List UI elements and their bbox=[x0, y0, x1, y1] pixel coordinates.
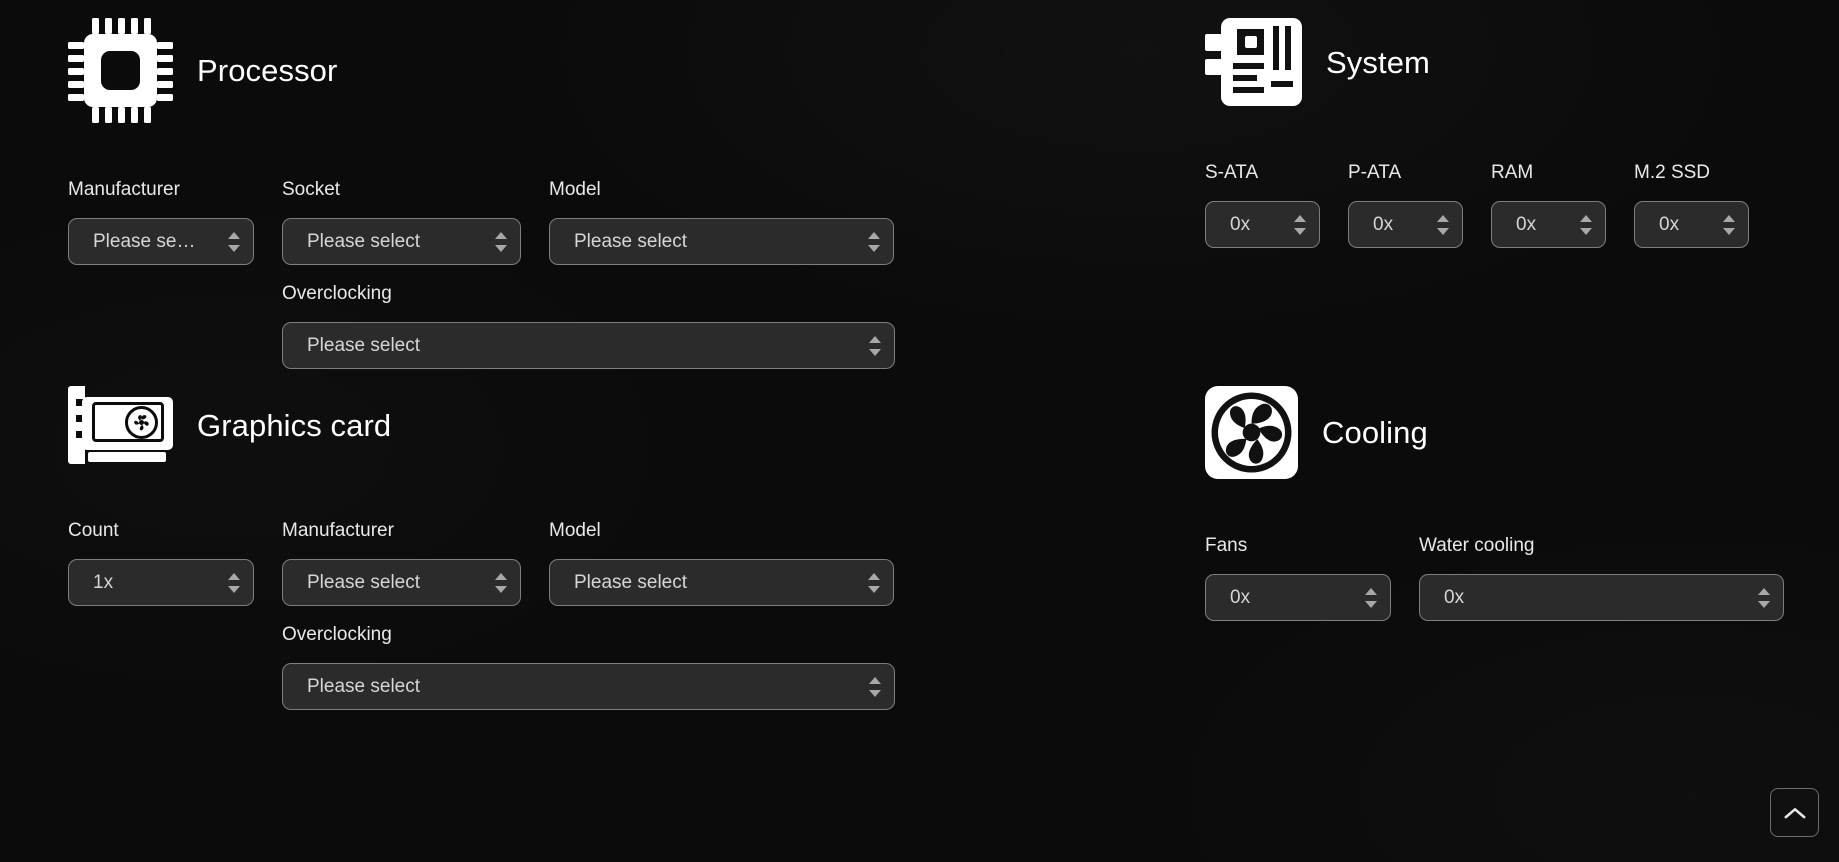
graphics-card-title: Graphics card bbox=[197, 407, 392, 443]
field-cooling-water: Water cooling 0x bbox=[1419, 536, 1784, 621]
field-system-ram: RAM 0x bbox=[1491, 163, 1606, 248]
processor-header: Processor bbox=[68, 18, 895, 123]
spinner-icon bbox=[1757, 587, 1770, 608]
cooling-fields: Fans 0x Water cooling 0x bbox=[1205, 536, 1784, 621]
label-graphics-count: Count bbox=[68, 520, 119, 541]
label-graphics-model: Model bbox=[549, 520, 601, 541]
spinner-icon bbox=[227, 231, 240, 252]
select-system-pata[interactable]: 0x bbox=[1348, 201, 1463, 248]
field-graphics-manufacturer: Manufacturer Please select bbox=[282, 521, 521, 606]
motherboard-icon bbox=[1205, 18, 1302, 106]
select-graphics-model-value: Please select bbox=[574, 573, 688, 592]
select-system-sata-value: 0x bbox=[1230, 215, 1251, 234]
select-graphics-overclocking-value: Please select bbox=[307, 677, 421, 696]
spinner-icon bbox=[1722, 214, 1735, 235]
field-system-m2-ssd: M.2 SSD 0x bbox=[1634, 163, 1749, 248]
graphics-card-header: Graphics card bbox=[68, 386, 895, 464]
select-processor-model-value: Please select bbox=[574, 232, 688, 251]
field-system-pata: P-ATA 0x bbox=[1348, 163, 1463, 248]
select-system-m2-ssd[interactable]: 0x bbox=[1634, 201, 1749, 248]
select-graphics-model[interactable]: Please select bbox=[549, 559, 894, 606]
select-processor-socket-value: Please select bbox=[307, 232, 421, 251]
processor-title: Processor bbox=[197, 53, 338, 88]
select-processor-manufacturer-value: Please se… bbox=[93, 232, 196, 251]
field-graphics-count: Count 1x bbox=[68, 521, 254, 606]
select-processor-model[interactable]: Please select bbox=[549, 218, 894, 265]
select-graphics-manufacturer[interactable]: Please select bbox=[282, 559, 521, 606]
label-processor-model: Model bbox=[549, 179, 601, 200]
select-graphics-manufacturer-value: Please select bbox=[307, 573, 421, 592]
select-cooling-water-value: 0x bbox=[1444, 588, 1465, 607]
label-system-pata: P-ATA bbox=[1348, 162, 1402, 183]
field-system-sata: S-ATA 0x bbox=[1205, 163, 1320, 248]
select-graphics-overclocking[interactable]: Please select bbox=[282, 663, 895, 710]
spinner-icon bbox=[867, 231, 880, 252]
scroll-to-top-button[interactable] bbox=[1770, 788, 1819, 837]
label-graphics-overclocking: Overclocking bbox=[282, 624, 392, 645]
select-cooling-fans[interactable]: 0x bbox=[1205, 574, 1391, 621]
label-cooling-fans: Fans bbox=[1205, 535, 1248, 556]
chevron-up-icon bbox=[1784, 807, 1805, 818]
select-system-sata[interactable]: 0x bbox=[1205, 201, 1320, 248]
spinner-icon bbox=[227, 572, 240, 593]
cooling-header: Cooling bbox=[1205, 386, 1784, 479]
field-cooling-fans: Fans 0x bbox=[1205, 536, 1391, 621]
select-system-ram[interactable]: 0x bbox=[1491, 201, 1606, 248]
select-graphics-count[interactable]: 1x bbox=[68, 559, 254, 606]
system-title: System bbox=[1326, 44, 1430, 80]
label-processor-socket: Socket bbox=[282, 179, 341, 200]
label-cooling-water: Water cooling bbox=[1419, 535, 1535, 556]
field-graphics-overclocking: Overclocking Please select bbox=[282, 625, 895, 710]
spinner-icon bbox=[1436, 214, 1449, 235]
field-processor-socket: Socket Please select bbox=[282, 180, 521, 265]
fan-icon bbox=[1205, 386, 1298, 479]
section-processor: Processor Manufacturer Please se… Socket bbox=[68, 18, 895, 369]
label-processor-overclocking: Overclocking bbox=[282, 283, 392, 304]
field-graphics-model: Model Please select bbox=[549, 521, 894, 606]
spinner-icon bbox=[868, 335, 881, 356]
select-processor-socket[interactable]: Please select bbox=[282, 218, 521, 265]
section-graphics-card: Graphics card Count 1x Manufacturer Plea… bbox=[68, 386, 895, 710]
label-system-m2-ssd: M.2 SSD bbox=[1634, 162, 1711, 183]
field-processor-manufacturer: Manufacturer Please se… bbox=[68, 180, 254, 265]
select-cooling-fans-value: 0x bbox=[1230, 588, 1251, 607]
graphics-card-fields: Count 1x Manufacturer Please select Mode… bbox=[68, 521, 895, 606]
select-cooling-water[interactable]: 0x bbox=[1419, 574, 1784, 621]
spinner-icon bbox=[1579, 214, 1592, 235]
cpu-icon bbox=[68, 18, 173, 123]
label-processor-manufacturer: Manufacturer bbox=[68, 179, 180, 200]
label-graphics-manufacturer: Manufacturer bbox=[282, 520, 394, 541]
label-system-ram: RAM bbox=[1491, 162, 1534, 183]
system-fields: S-ATA 0x P-ATA 0x RAM 0x M.2 SSD 0x bbox=[1205, 163, 1749, 248]
select-system-ram-value: 0x bbox=[1516, 215, 1537, 234]
spinner-icon bbox=[1293, 214, 1306, 235]
spinner-icon bbox=[494, 572, 507, 593]
select-processor-overclocking-value: Please select bbox=[307, 336, 421, 355]
select-processor-overclocking[interactable]: Please select bbox=[282, 322, 895, 369]
select-graphics-count-value: 1x bbox=[93, 573, 114, 592]
system-header: System bbox=[1205, 18, 1749, 106]
select-system-pata-value: 0x bbox=[1373, 215, 1394, 234]
processor-fields: Manufacturer Please se… Socket Please se… bbox=[68, 180, 895, 265]
cooling-title: Cooling bbox=[1322, 415, 1428, 450]
pc-configurator-page: Processor Manufacturer Please se… Socket bbox=[0, 0, 1839, 862]
section-system: System S-ATA 0x P-ATA 0x RAM 0x M.2 SSD … bbox=[1205, 18, 1749, 248]
section-cooling: Cooling Fans 0x Water cooling 0x bbox=[1205, 386, 1784, 621]
gpu-icon bbox=[68, 386, 173, 464]
spinner-icon bbox=[494, 231, 507, 252]
select-processor-manufacturer[interactable]: Please se… bbox=[68, 218, 254, 265]
field-processor-model: Model Please select bbox=[549, 180, 894, 265]
label-system-sata: S-ATA bbox=[1205, 162, 1259, 183]
spinner-icon bbox=[1364, 587, 1377, 608]
spinner-icon bbox=[868, 676, 881, 697]
select-system-m2-ssd-value: 0x bbox=[1659, 215, 1680, 234]
field-processor-overclocking: Overclocking Please select bbox=[282, 284, 895, 369]
spinner-icon bbox=[867, 572, 880, 593]
